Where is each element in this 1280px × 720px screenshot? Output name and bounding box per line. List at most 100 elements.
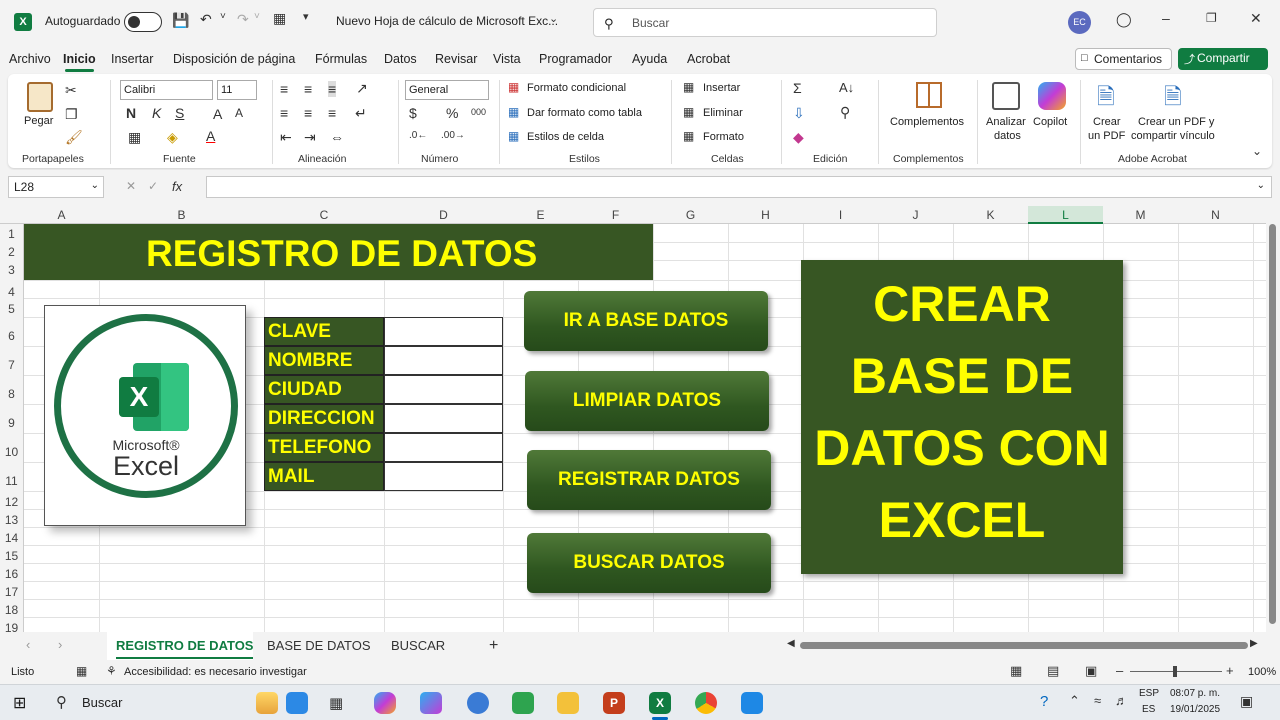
language-1[interactable]: ESP [1139, 688, 1159, 699]
font-color-icon[interactable]: A [206, 128, 215, 144]
share-pdf-label-2[interactable]: compartir vínculo [1131, 130, 1215, 142]
clock-time[interactable]: 08:07 p. m. [1170, 688, 1220, 699]
taskbar-search[interactable]: Buscar [82, 695, 122, 710]
save-icon[interactable]: 💾 [172, 12, 189, 29]
menu-programador[interactable]: Programador [539, 52, 612, 66]
row-header[interactable]: 1 [0, 227, 23, 241]
align-top-icon[interactable]: ≡ [280, 81, 288, 97]
row-header[interactable]: 3 [0, 263, 23, 277]
delete-cells-button[interactable]: Eliminar [703, 107, 743, 119]
row-header[interactable]: 6 [0, 329, 23, 343]
field-input-ciudad[interactable] [384, 375, 503, 404]
col-header-j[interactable]: J [878, 208, 953, 222]
cut-icon[interactable]: ✂ [65, 82, 77, 99]
powerpoint-icon[interactable]: P [603, 692, 625, 714]
menu-revisar[interactable]: Revisar [435, 52, 477, 66]
decrease-indent-icon[interactable]: ⇤ [280, 129, 292, 146]
cancel-icon[interactable]: ✕ [126, 179, 136, 193]
row-header[interactable]: 9 [0, 416, 23, 430]
row-header[interactable]: 15 [0, 549, 23, 563]
excel-logo-image[interactable]: X Microsoft® Excel [44, 305, 246, 526]
share-pdf-label-1[interactable]: Crear un PDF y [1138, 116, 1214, 128]
sort-filter-icon[interactable]: A↓ [839, 80, 854, 95]
prev-sheet-icon[interactable]: ‹ [26, 637, 30, 652]
title-box[interactable]: CREAR BASE DE DATOS CON EXCEL [801, 260, 1123, 574]
language-2[interactable]: ES [1142, 704, 1155, 715]
restore-icon[interactable]: ❐ [1206, 11, 1217, 25]
tray-chevron-icon[interactable]: ⌃ [1069, 693, 1080, 709]
minimize-icon[interactable]: – [1162, 10, 1170, 26]
align-right-icon[interactable]: ≡ [328, 105, 336, 121]
align-middle-icon[interactable]: ≡ [304, 81, 312, 97]
menu-datos[interactable]: Datos [384, 52, 417, 66]
font-name-select[interactable]: Calibri [120, 80, 213, 100]
wrap-text-icon[interactable]: ↵ [355, 105, 367, 122]
percent-icon[interactable]: % [446, 105, 458, 121]
col-header-f[interactable]: F [578, 208, 653, 222]
merge-center-icon[interactable]: ⇔ [330, 129, 344, 145]
decrease-font-icon[interactable]: A [235, 106, 243, 120]
chrome-icon[interactable] [695, 692, 717, 714]
field-input-nombre[interactable] [384, 346, 503, 375]
italic-icon[interactable]: K [152, 105, 161, 121]
field-input-clave[interactable] [384, 317, 503, 346]
next-sheet-icon[interactable]: › [58, 637, 62, 652]
row-header[interactable]: 13 [0, 513, 23, 527]
redo-dropdown-icon[interactable]: ˅ [254, 11, 260, 22]
text-direction-icon[interactable]: ↗ [356, 80, 368, 97]
zoom-level[interactable]: 100% [1248, 666, 1276, 678]
create-pdf-label-1[interactable]: Crear [1093, 116, 1121, 128]
format-painter-icon[interactable]: 🖌 [65, 129, 83, 146]
col-header-g[interactable]: G [653, 208, 728, 222]
menu-formulas[interactable]: Fórmulas [315, 52, 367, 66]
zoom-slider-thumb[interactable] [1173, 666, 1177, 677]
taskbar-m365-icon[interactable] [420, 692, 442, 714]
cell-styles-button[interactable]: Estilos de celda [527, 131, 604, 143]
normal-view-icon[interactable]: ▦ [1010, 663, 1022, 679]
avatar[interactable]: EC [1068, 11, 1091, 34]
taskbar-widget-icon[interactable] [256, 692, 278, 714]
taskbar-chart-icon[interactable] [512, 692, 534, 714]
addins-button[interactable]: Complementos [890, 116, 964, 128]
menu-disposicion[interactable]: Disposición de página [173, 52, 295, 66]
menu-insertar[interactable]: Insertar [111, 52, 153, 66]
col-header-n[interactable]: N [1178, 208, 1253, 222]
formula-input[interactable]: ⌄ [206, 176, 1272, 198]
field-input-direccion[interactable] [384, 404, 503, 433]
underline-icon[interactable]: S [175, 105, 184, 121]
format-cells-button[interactable]: Formato [703, 131, 744, 143]
redo-icon[interactable]: ↷ [237, 11, 249, 28]
tab-base-de-datos[interactable]: BASE DE DATOS [267, 638, 371, 653]
field-input-mail[interactable] [384, 462, 503, 491]
borders-icon[interactable]: ▦ [128, 129, 141, 146]
insert-function-icon[interactable]: fx [172, 179, 182, 194]
windows-start-icon[interactable]: ⊞ [13, 693, 26, 713]
ribbon-collapse-icon[interactable]: ⌄ [1252, 144, 1262, 158]
font-size-select[interactable]: 11 [217, 80, 257, 100]
lightbulb-icon[interactable]: ◯ [1116, 11, 1132, 28]
zoom-out-icon[interactable]: – [1116, 663, 1123, 678]
create-pdf-label-2[interactable]: un PDF [1088, 130, 1125, 142]
notifications-icon[interactable]: ▣ [1240, 693, 1253, 710]
volume-icon[interactable]: ♬ [1115, 693, 1128, 708]
increase-indent-icon[interactable]: ⇥ [304, 129, 316, 146]
excel-taskbar-icon[interactable]: X [649, 692, 671, 714]
row-header[interactable]: 5 [0, 302, 23, 316]
help-icon[interactable]: ? [1040, 693, 1048, 710]
photos-icon[interactable] [741, 692, 763, 714]
vertical-scrollbar[interactable] [1266, 206, 1280, 632]
number-format-select[interactable]: General [405, 80, 489, 100]
col-header-d[interactable]: D [384, 208, 503, 222]
search-data-button[interactable]: BUSCAR DATOS [527, 533, 771, 593]
clear-data-button[interactable]: LIMPIAR DATOS [525, 371, 769, 431]
taskbar-app-icon[interactable] [286, 692, 308, 714]
title-chevron-down-icon[interactable]: ⌄ [549, 12, 558, 25]
wifi-icon[interactable]: ≈ [1094, 693, 1101, 708]
page-break-view-icon[interactable]: ▣ [1085, 663, 1097, 679]
menu-acrobat[interactable]: Acrobat [687, 52, 730, 66]
comments-button[interactable]: □ Comentarios [1075, 48, 1172, 70]
row-header[interactable]: 7 [0, 358, 23, 372]
increase-decimal-icon[interactable]: .0← [409, 130, 427, 141]
bold-icon[interactable]: N [126, 105, 136, 121]
row-header[interactable]: 2 [0, 245, 23, 259]
